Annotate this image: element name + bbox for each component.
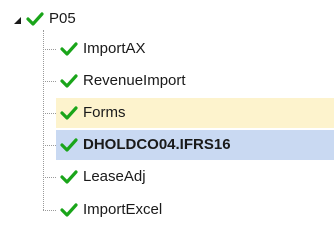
- tree-guide-branch: [43, 145, 56, 146]
- tree-node-dholdco04-ifrs16[interactable]: DHOLDCO04.IFRS16: [56, 130, 334, 160]
- tree-node-importexcel[interactable]: ImportExcel: [56, 195, 334, 225]
- tree-node-leaseadj[interactable]: LeaseAdj: [56, 162, 334, 192]
- tree-guide-branch: [43, 49, 56, 50]
- tree-guide-line: [43, 30, 44, 210]
- expanded-triangle-icon[interactable]: [14, 17, 21, 24]
- tree-node-p05[interactable]: P05: [14, 4, 214, 34]
- tree-node-label: LeaseAdj: [83, 168, 146, 185]
- tree-node-label: DHOLDCO04.IFRS16: [83, 136, 231, 153]
- tree-node-revenueimport[interactable]: RevenueImport: [56, 66, 334, 96]
- tree-guide-branch: [43, 113, 56, 114]
- tree-view: P05 ImportAX RevenueImport Forms DHOLDCO…: [0, 0, 334, 232]
- tree-node-label: ImportExcel: [83, 201, 163, 218]
- tree-node-label: RevenueImport: [83, 72, 186, 89]
- tree-node-label: ImportAX: [83, 40, 146, 57]
- green-checkmark-icon: [60, 138, 78, 152]
- tree-node-forms[interactable]: Forms: [56, 98, 334, 128]
- green-checkmark-icon: [26, 12, 44, 26]
- green-checkmark-icon: [60, 106, 78, 120]
- tree-guide-branch: [43, 177, 56, 178]
- green-checkmark-icon: [60, 74, 78, 88]
- green-checkmark-icon: [60, 170, 78, 184]
- tree-guide-branch: [43, 81, 56, 82]
- green-checkmark-icon: [60, 42, 78, 56]
- tree-node-importax[interactable]: ImportAX: [56, 34, 334, 64]
- tree-node-label: P05: [49, 10, 76, 27]
- tree-node-label: Forms: [83, 104, 126, 121]
- green-checkmark-icon: [60, 203, 78, 217]
- tree-guide-branch: [43, 210, 56, 211]
